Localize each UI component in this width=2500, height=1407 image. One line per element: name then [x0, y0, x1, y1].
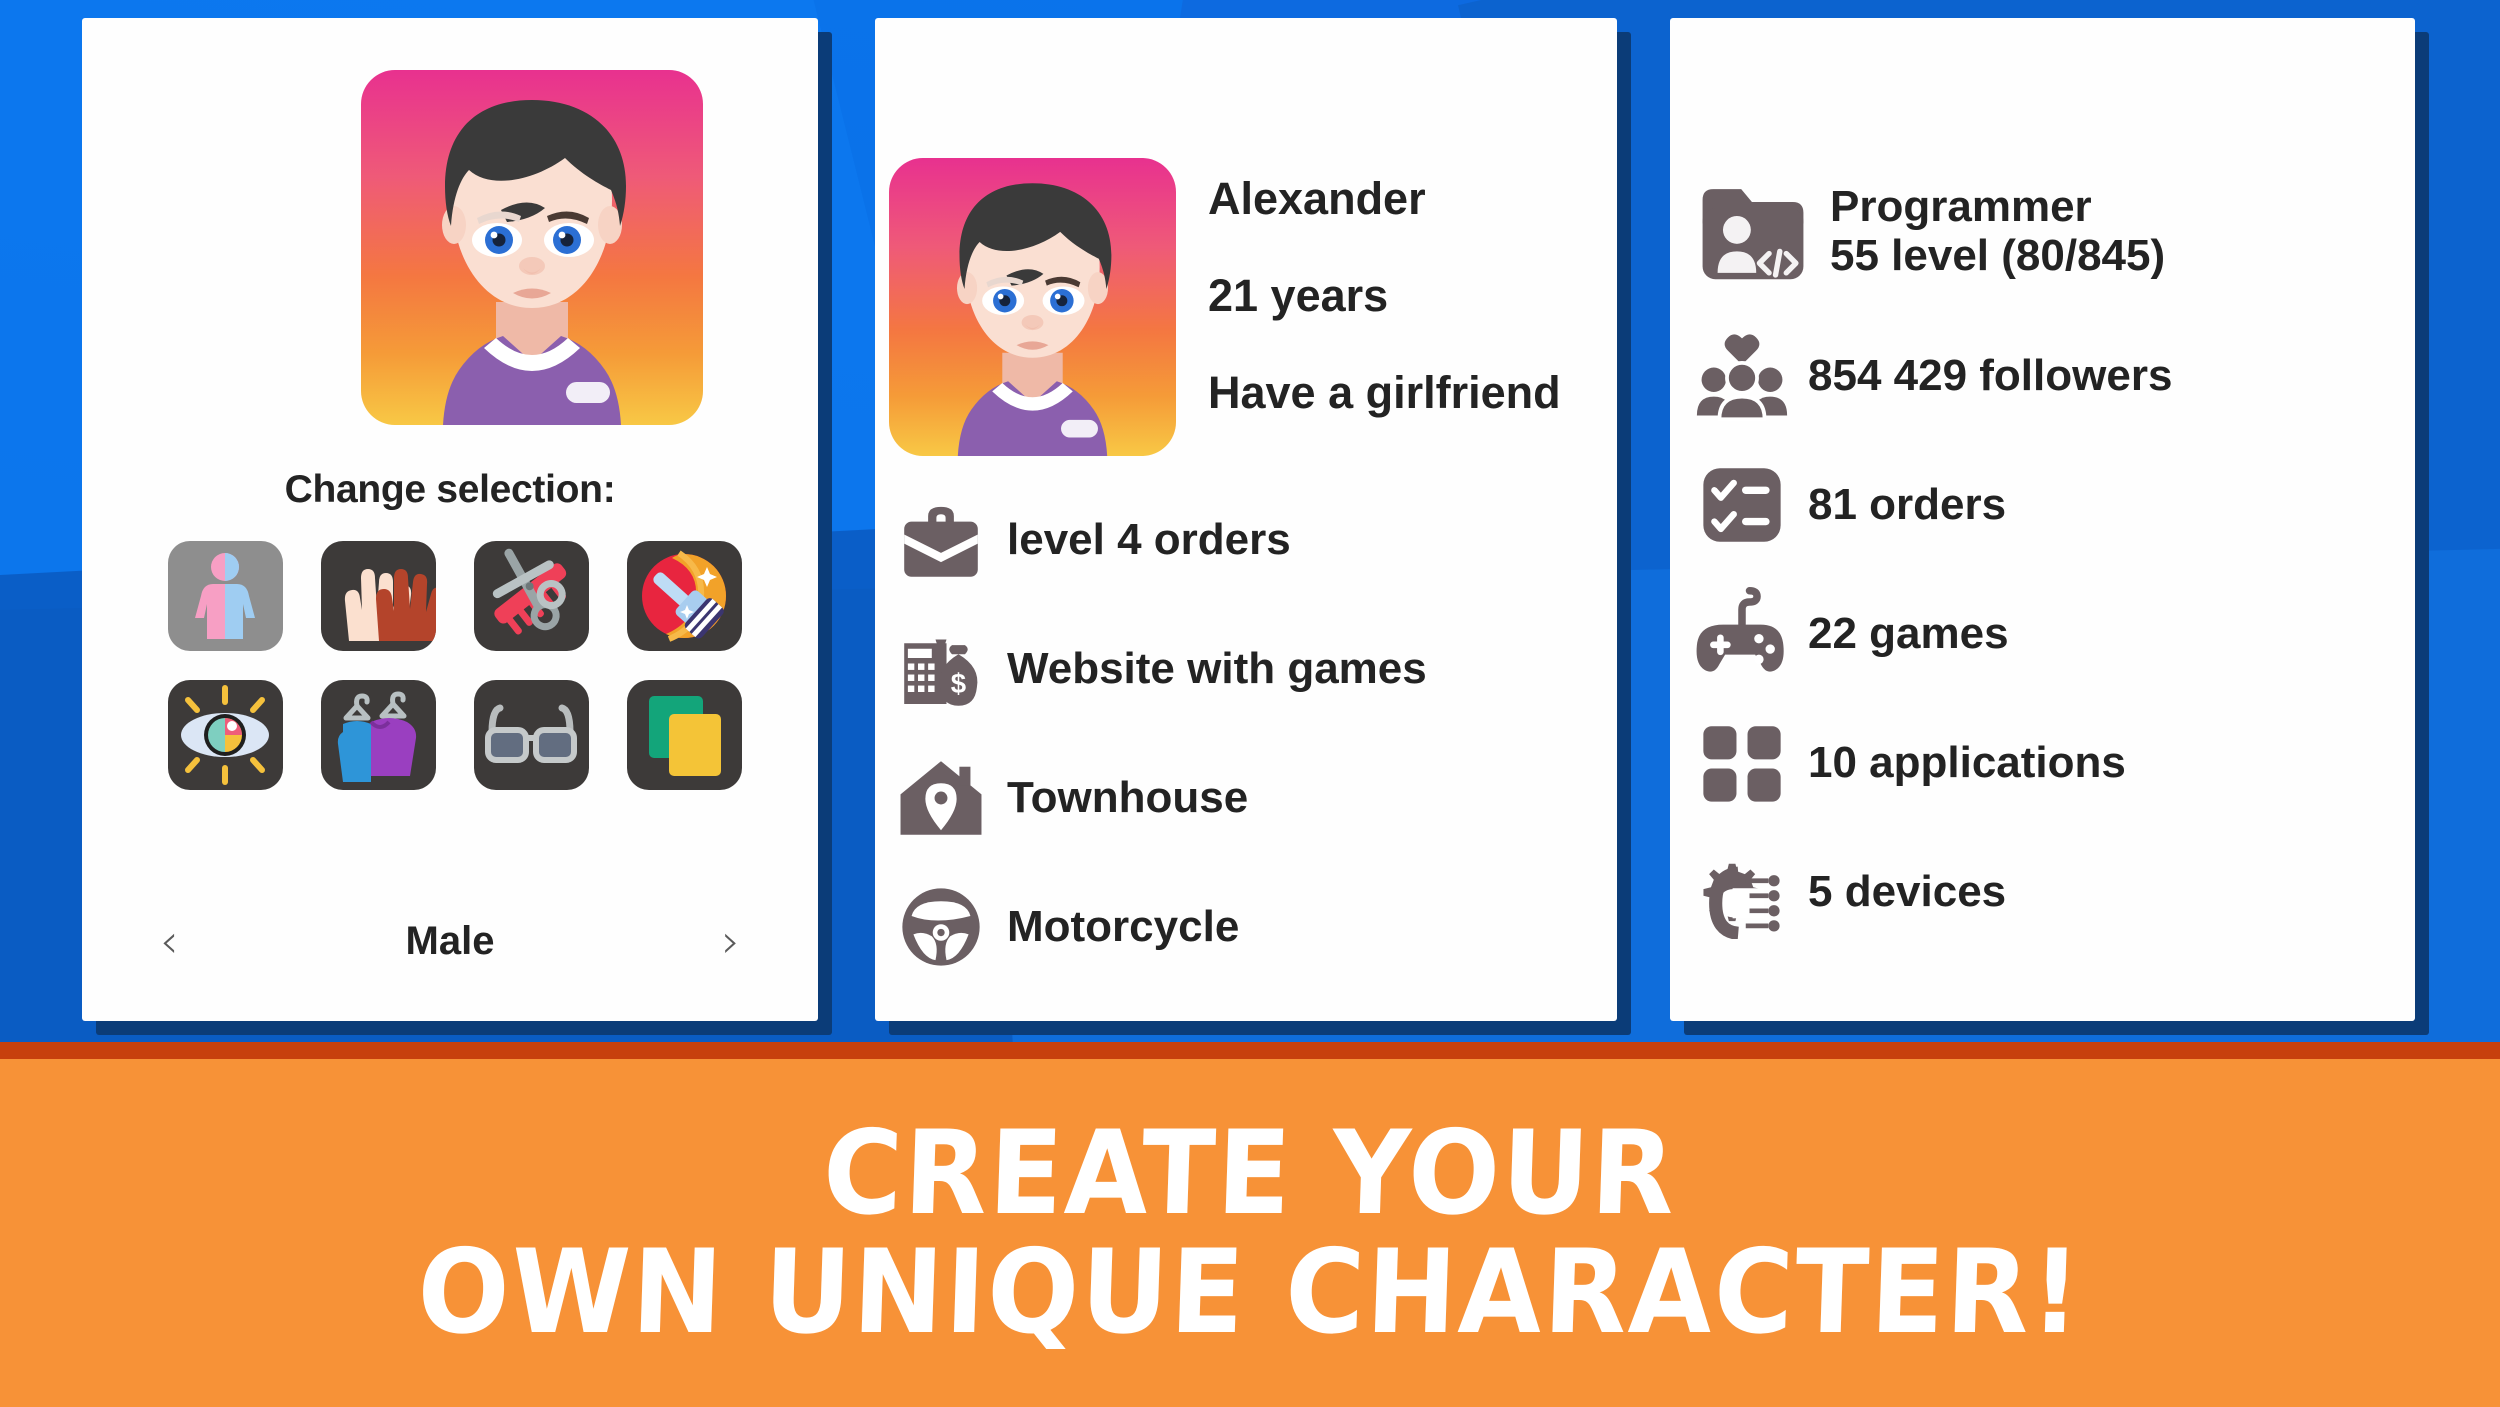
list-item: 22 games — [1690, 582, 2415, 686]
profile-age: 21 years — [1208, 270, 1389, 321]
color-swatch-cards-icon[interactable] — [627, 680, 742, 790]
list-item-label: level 4 orders — [1007, 515, 1291, 564]
gamepad-icon — [1690, 582, 1794, 686]
hair-dye-brush-icon-glyph — [642, 550, 726, 642]
clothes-hanger-icon-glyph — [337, 691, 417, 782]
list-item: Townhouse — [889, 746, 1617, 850]
list-item-label: Townhouse — [1007, 773, 1249, 822]
list-item: 854 429 followers — [1690, 324, 2415, 428]
hair-dye-brush-icon[interactable] — [627, 541, 742, 651]
eye-color-icon-glyph — [181, 685, 269, 785]
list-item: level 4 orders — [889, 488, 1617, 592]
list-item-label: 10 applications — [1808, 738, 2126, 787]
list-item-label: 22 games — [1808, 609, 2009, 658]
profile-name: Alexander — [1208, 173, 1426, 224]
apps-grid-icon — [1690, 711, 1794, 815]
clothes-hanger-icon[interactable] — [321, 680, 436, 790]
briefcase-icon — [889, 488, 993, 592]
banner-top-stripe — [0, 1042, 2500, 1059]
steering-wheel-icon — [889, 875, 993, 979]
glasses-icon-glyph — [485, 704, 577, 763]
banner-line-1: CREATE YOUR — [821, 1105, 1679, 1241]
list-item-label: 81 orders — [1808, 480, 2007, 529]
list-item: Programmer 55 level (80/845) — [1690, 168, 2415, 294]
card-stats: Programmer 55 level (80/845) 854 429 foll… — [1670, 18, 2415, 1021]
list-item: 81 orders — [1690, 453, 2415, 557]
eye-color-icon[interactable] — [168, 680, 283, 790]
house-location-icon — [889, 746, 993, 850]
banner-line-2: OWN UNIQUE CHARACTER! — [415, 1225, 2085, 1360]
business-money-icon: $ — [889, 617, 993, 721]
avatar-face-art — [442, 100, 626, 425]
list-item-label: Website with games — [1007, 644, 1427, 693]
gender-icon-glyph — [195, 553, 255, 639]
scissors-comb-hair-icon[interactable] — [474, 541, 589, 651]
followers-icon — [1690, 324, 1794, 428]
skin-tone-hands-icon[interactable] — [321, 541, 436, 651]
prev-arrow-icon[interactable]: ‹ — [160, 918, 178, 964]
devices-gear-icon — [1690, 840, 1794, 944]
job-level: 55 level (80/845) — [1830, 231, 2166, 280]
list-item: 5 devices — [1690, 840, 2415, 944]
checklist-orders-icon — [1690, 453, 1794, 557]
gender-selector-nav: ‹ Male › — [82, 918, 818, 964]
profile-relationship: Have a girlfriend — [1208, 367, 1561, 418]
card-profile: Alexander 21 years Have a girlfriend lev… — [875, 18, 1617, 1021]
change-selection-label: Change selection: — [284, 468, 616, 511]
job-title: Programmer — [1830, 181, 2092, 231]
list-item: $ Website with games — [889, 617, 1617, 721]
profile-header: Alexander 21 years Have a girlfriend — [889, 158, 1561, 456]
customization-icon-grid — [168, 541, 742, 790]
avatar-portrait — [361, 70, 703, 425]
scissors-comb-icon-glyph — [492, 548, 567, 635]
color-swatch-cards-icon-glyph — [649, 696, 721, 776]
svg-text:$: $ — [951, 668, 966, 699]
avatar-portrait — [889, 158, 1176, 456]
profile-attribute-list: level 4 orders $ Website with games Town… — [889, 488, 1617, 1004]
list-item-label: 854 429 followers — [1808, 351, 2173, 400]
card-customize: Change selection: ‹ Male › — [82, 18, 818, 1021]
next-arrow-icon[interactable]: › — [722, 918, 740, 964]
list-item: 10 applications — [1690, 711, 2415, 815]
list-item-label: 5 devices — [1808, 867, 2007, 916]
list-item-label: Programmer 55 level (80/845) — [1830, 182, 2165, 281]
skin-tone-hands-icon-glyph — [344, 569, 436, 641]
list-item-label: Motorcycle — [1007, 902, 1240, 951]
profile-headlines: Alexander 21 years Have a girlfriend — [1208, 158, 1561, 415]
selected-gender-value: Male — [405, 918, 495, 963]
gender-icon[interactable] — [168, 541, 283, 651]
promo-banner: CREATE YOUR OWN UNIQUE CHARACTER! — [0, 1059, 2500, 1407]
programmer-folder-icon — [1690, 168, 1816, 294]
stats-list: Programmer 55 level (80/845) 854 429 foll… — [1690, 168, 2415, 969]
glasses-icon[interactable] — [474, 680, 589, 790]
avatar-face-art — [956, 183, 1112, 456]
list-item: Motorcycle — [889, 875, 1617, 979]
